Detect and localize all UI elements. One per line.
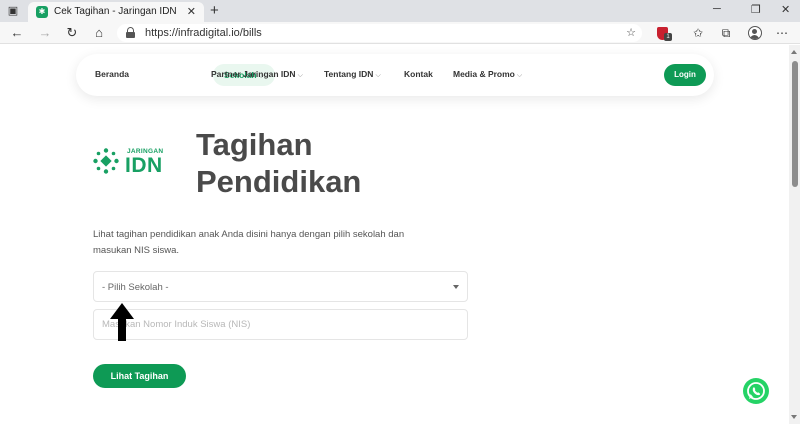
tab-title: Cek Tagihan - Jaringan IDN bbox=[54, 6, 177, 17]
site-navbar: Beranda Sekolah ⌵ Partner Jaringan IDN ⌵ T… bbox=[76, 54, 714, 96]
restore-icon[interactable]: ❐ bbox=[751, 3, 761, 16]
tab-actions-icon[interactable]: ▣ bbox=[6, 4, 20, 18]
browser-tab[interactable]: ✱ Cek Tagihan - Jaringan IDN ✕ bbox=[28, 2, 204, 22]
nis-input[interactable] bbox=[93, 309, 468, 340]
logo-big-text: IDN bbox=[125, 154, 163, 177]
nav-item-partner[interactable]: Partner Jaringan IDN ⌵ bbox=[211, 69, 303, 80]
profile-avatar[interactable] bbox=[748, 26, 762, 40]
extension-badge: 1 bbox=[664, 33, 672, 41]
browser-tab-strip: ▣ ✱ Cek Tagihan - Jaringan IDN ✕ + ─ ❐ ✕ bbox=[0, 0, 800, 22]
scroll-up-arrow-icon[interactable] bbox=[791, 50, 797, 54]
page-content: Beranda Sekolah ⌵ Partner Jaringan IDN ⌵ T… bbox=[0, 45, 789, 424]
address-toolbar: ← → ↻ ⌂ https://infradigital.io/bills ☆ … bbox=[0, 22, 800, 44]
form-description: Lihat tagihan pendidikan anak Anda disin… bbox=[93, 229, 405, 256]
school-select-value: - Pilih Sekolah - bbox=[102, 282, 169, 293]
collections-icon[interactable]: ⧉ bbox=[718, 25, 734, 41]
chevron-down-icon: ⌵ bbox=[375, 72, 381, 79]
whatsapp-icon bbox=[747, 382, 765, 400]
nav-item-kontak[interactable]: Kontak bbox=[404, 69, 433, 79]
close-tab-icon[interactable]: ✕ bbox=[187, 5, 196, 18]
page-title-line-2: Pendidikan bbox=[196, 164, 362, 199]
site-favicon-icon: ✱ bbox=[36, 6, 48, 18]
school-select[interactable]: - Pilih Sekolah - bbox=[93, 271, 468, 302]
scrollbar-thumb[interactable] bbox=[792, 61, 798, 187]
chevron-down-icon: ⌵ bbox=[516, 72, 523, 79]
lock-icon bbox=[126, 27, 135, 38]
new-tab-icon[interactable]: + bbox=[210, 2, 219, 20]
login-button[interactable]: Login bbox=[664, 64, 706, 86]
scroll-down-arrow-icon[interactable] bbox=[791, 415, 797, 419]
whatsapp-chat-button[interactable] bbox=[743, 378, 769, 404]
back-icon[interactable]: ← bbox=[9, 25, 25, 41]
forward-icon[interactable]: → bbox=[37, 25, 53, 41]
address-bar[interactable]: https://infradigital.io/bills ☆ bbox=[117, 24, 642, 42]
nav-item-tentang[interactable]: Tentang IDN ⌵ bbox=[324, 69, 381, 80]
favorite-star-icon[interactable]: ☆ bbox=[626, 26, 636, 39]
page-title: Tagihan Pendidikan bbox=[196, 126, 361, 200]
close-window-icon[interactable]: ✕ bbox=[781, 3, 790, 16]
minimize-icon[interactable]: ─ bbox=[713, 3, 721, 15]
page-title-line-1: Tagihan bbox=[196, 127, 313, 162]
lihat-tagihan-button[interactable]: Lihat Tagihan bbox=[93, 364, 186, 388]
nav-item-beranda[interactable]: Beranda bbox=[95, 69, 129, 79]
more-menu-icon[interactable]: ⋯ bbox=[774, 25, 790, 41]
pointer-arrow-icon bbox=[110, 303, 134, 341]
nav-item-media-promo[interactable]: Media & Promo ⌵ bbox=[453, 69, 522, 80]
favorites-icon[interactable]: ✩ bbox=[690, 25, 706, 41]
home-icon[interactable]: ⌂ bbox=[91, 25, 107, 41]
chevron-down-icon: ⌵ bbox=[297, 72, 303, 79]
page-scrollbar[interactable] bbox=[789, 45, 800, 424]
jaringan-idn-logo[interactable]: JARINGAN IDN bbox=[93, 146, 173, 177]
refresh-icon[interactable]: ↻ bbox=[64, 25, 80, 41]
url-text: https://infradigital.io/bills bbox=[145, 27, 262, 39]
dropdown-caret-icon bbox=[453, 285, 459, 289]
idn-logo-mark-icon bbox=[93, 148, 119, 174]
